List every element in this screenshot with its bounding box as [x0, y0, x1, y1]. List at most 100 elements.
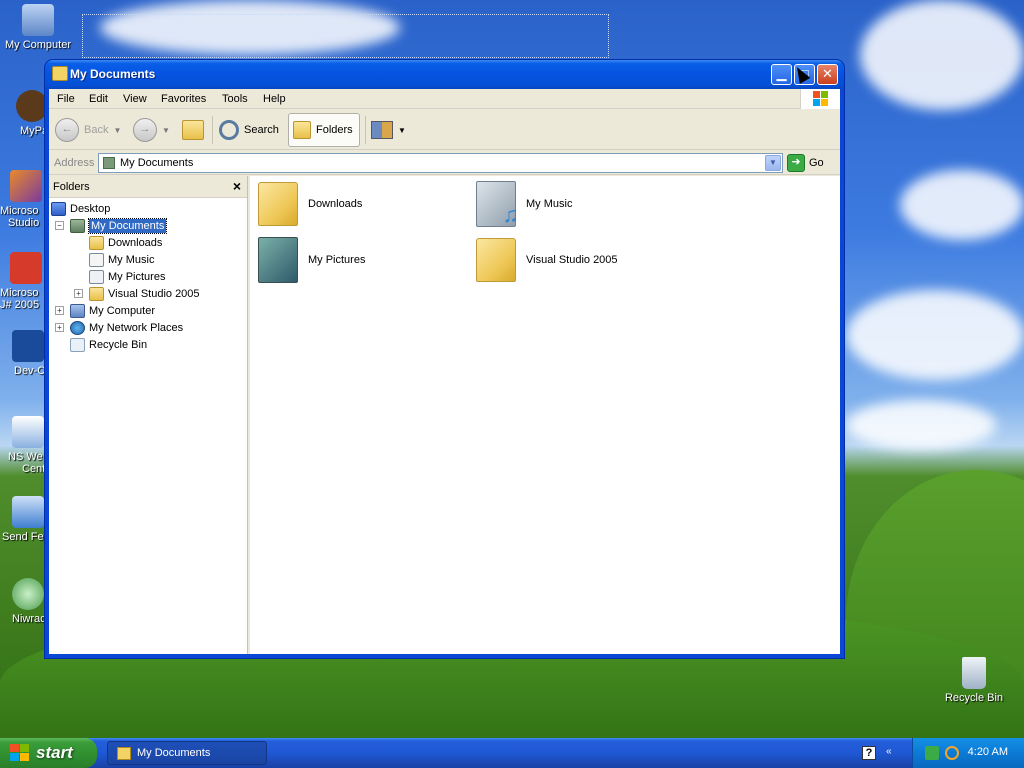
- windows-logo-icon: [800, 89, 840, 109]
- folder-icon: [89, 235, 104, 250]
- help-icon[interactable]: ?: [862, 746, 876, 760]
- toolbar: ← Back ▼ → ▼ Search Folders ▼: [49, 110, 840, 150]
- tree-item-my-network-places[interactable]: My Network Places: [70, 319, 183, 336]
- vj-sharp-icon: [10, 252, 42, 284]
- file-item-label: My Music: [526, 198, 573, 210]
- toolbar-separator: [212, 116, 213, 144]
- address-field[interactable]: My Documents ▼: [98, 153, 783, 173]
- tree-item-desktop[interactable]: Desktop: [51, 200, 110, 217]
- tree-item-visual-studio-2005[interactable]: Visual Studio 2005: [89, 285, 200, 302]
- tray-expand-icon[interactable]: «: [886, 746, 892, 757]
- back-label: Back: [84, 124, 109, 136]
- folder-icon: [89, 286, 104, 301]
- file-item-visual-studio-2005[interactable]: Visual Studio 2005: [476, 235, 618, 285]
- folders-button[interactable]: Folders: [288, 113, 360, 147]
- visual-studio-icon: [10, 170, 42, 202]
- window-client: File Edit View Favorites Tools Help ← Ba…: [49, 89, 840, 654]
- file-item-downloads[interactable]: Downloads: [258, 179, 362, 229]
- search-icon: [219, 120, 239, 140]
- folders-pane: Folders × Desktop − My Documents Downloa…: [49, 176, 248, 654]
- ns-welcome-icon: [12, 416, 44, 448]
- menu-edit[interactable]: Edit: [89, 93, 108, 105]
- close-icon[interactable]: ×: [233, 178, 241, 194]
- forward-button[interactable]: → ▼: [133, 113, 170, 147]
- collapse-icon[interactable]: −: [55, 221, 64, 230]
- desktop-icon-label: My Computer: [4, 39, 72, 51]
- menu-bar: File Edit View Favorites Tools Help: [49, 89, 840, 109]
- tree-item-my-computer[interactable]: My Computer: [70, 302, 155, 319]
- folders-pane-header: Folders ×: [49, 176, 247, 198]
- minimize-button[interactable]: ▁: [771, 64, 792, 85]
- chevron-down-icon: ▼: [113, 125, 122, 135]
- menu-favorites[interactable]: Favorites: [161, 93, 206, 105]
- clock[interactable]: 4:20 AM: [968, 746, 1008, 758]
- send-feedback-icon: [12, 496, 44, 528]
- expand-icon[interactable]: +: [55, 306, 64, 315]
- menu-tools[interactable]: Tools: [222, 93, 248, 105]
- taskbar-button-my-documents[interactable]: My Documents: [107, 741, 267, 765]
- chevron-down-icon: ▼: [162, 125, 170, 135]
- folders-label: Folders: [316, 124, 353, 136]
- address-label: Address: [54, 157, 95, 169]
- my-computer-icon: [70, 303, 85, 318]
- file-item-my-pictures[interactable]: My Pictures: [258, 235, 365, 285]
- start-button[interactable]: start: [0, 738, 97, 768]
- windows-logo-icon: [10, 744, 30, 762]
- my-documents-icon: [52, 66, 68, 81]
- menu-file[interactable]: File: [57, 93, 75, 105]
- explorer-window: My Documents ▁ □ ✕ File Edit View Favori…: [45, 60, 844, 658]
- taskbar-button-label: My Documents: [137, 747, 211, 759]
- tree-item-label: Downloads: [108, 236, 163, 249]
- file-item-label: Downloads: [308, 198, 363, 210]
- system-tray: 4:20 AM: [912, 738, 1024, 768]
- tree-item-recycle-bin[interactable]: Recycle Bin: [70, 336, 147, 353]
- expand-icon[interactable]: +: [55, 323, 64, 332]
- go-label: Go: [809, 157, 824, 169]
- go-arrow-icon: ➜: [787, 154, 805, 172]
- up-folder-button[interactable]: [182, 113, 204, 147]
- tree-item-my-documents[interactable]: My Documents: [70, 217, 168, 234]
- tree-item-my-pictures[interactable]: My Pictures: [89, 268, 165, 285]
- my-documents-icon: [70, 218, 85, 233]
- content-pane: Downloads My Music My Pictures Visual St…: [250, 176, 840, 654]
- address-bar: Address My Documents ▼ ➜ Go: [49, 151, 840, 175]
- tree-item-label: My Pictures: [108, 270, 166, 283]
- network-places-icon: [70, 320, 85, 335]
- search-label: Search: [244, 124, 279, 136]
- mypal-icon: [16, 90, 48, 122]
- my-pictures-icon: [89, 269, 104, 284]
- my-computer-icon: [22, 4, 54, 36]
- title-bar[interactable]: My Documents ▁ □ ✕: [45, 60, 844, 89]
- desktop-icon: [51, 201, 66, 216]
- taskbar: start My Documents ? « 4:20 AM: [0, 738, 1024, 768]
- recycle-bin-icon: [70, 337, 85, 352]
- file-item-my-music[interactable]: My Music: [476, 179, 572, 229]
- views-button[interactable]: ▼: [371, 113, 406, 147]
- menu-help[interactable]: Help: [263, 93, 286, 105]
- search-icon[interactable]: [945, 746, 959, 760]
- dev-cpp-icon: [12, 330, 44, 362]
- desktop-icon-my-computer[interactable]: My Computer: [0, 4, 80, 51]
- start-label: start: [36, 743, 73, 762]
- desktop-icon-recycle-bin[interactable]: Recycle Bin: [932, 657, 1016, 704]
- up-folder-icon: [182, 120, 204, 140]
- my-pictures-icon: [258, 237, 298, 283]
- tree-item-my-music[interactable]: My Music: [89, 251, 154, 268]
- tree-item-label: Desktop: [70, 202, 111, 215]
- network-status-icon[interactable]: [925, 746, 939, 760]
- expand-icon[interactable]: +: [74, 289, 83, 298]
- back-button[interactable]: ← Back ▼: [55, 113, 121, 147]
- tree-item-downloads[interactable]: Downloads: [89, 234, 162, 251]
- close-button[interactable]: ✕: [817, 64, 838, 85]
- tree-item-label: My Music: [108, 253, 155, 266]
- tree-item-label: My Network Places: [89, 321, 184, 334]
- go-button[interactable]: ➜ Go: [787, 153, 824, 173]
- toolbar-separator: [365, 116, 366, 144]
- menu-view[interactable]: View: [123, 93, 147, 105]
- my-documents-icon: [103, 157, 115, 169]
- search-button[interactable]: Search: [219, 113, 279, 147]
- back-arrow-icon: ←: [55, 118, 79, 142]
- my-music-icon: [89, 252, 104, 267]
- chevron-down-icon[interactable]: ▼: [765, 155, 781, 171]
- desktop-icon-label: Recycle Bin: [944, 692, 1004, 704]
